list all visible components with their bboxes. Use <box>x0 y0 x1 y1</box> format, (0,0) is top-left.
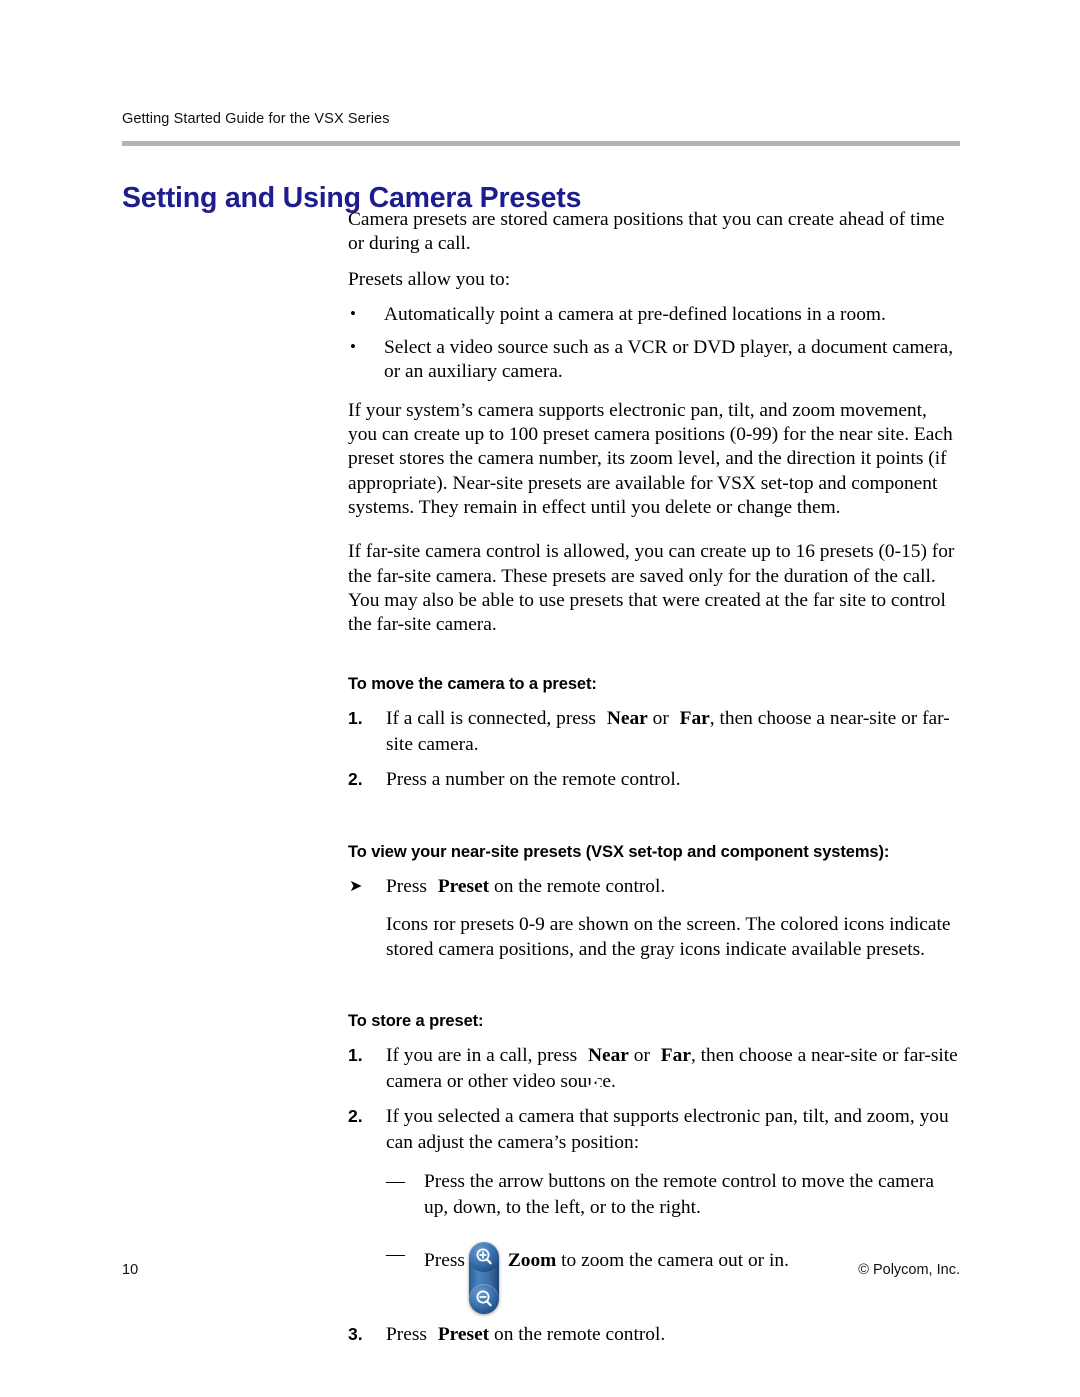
step-text: If you selected a camera that supports e… <box>386 1106 949 1153</box>
arrow-step-item: ➤ Press Preset on the remote control. <box>348 874 960 921</box>
near-button-label: Near <box>588 1045 629 1067</box>
intro-paragraph-1: Camera presets are stored camera positio… <box>348 209 945 255</box>
running-header: Getting Started Guide for the VSX Series <box>122 111 962 127</box>
content-column: Camera presets are stored camera positio… <box>348 208 960 1369</box>
near-button-label: Near <box>606 708 648 730</box>
step-number: 1. <box>348 1045 363 1066</box>
step-text-before: If you are in a call, press <box>386 1045 578 1067</box>
page-footer: 10 © Polycom, Inc. <box>122 1262 960 1278</box>
intro-paragraph-3: If your system’s camera supports electro… <box>348 399 953 518</box>
substep-text: Press the arrow buttons on the remote co… <box>424 1171 934 1218</box>
presets-benefit-list: • Automatically point a camera at pre-de… <box>348 303 960 385</box>
intro-paragraph-2: Presets allow you to: <box>348 268 511 290</box>
steps-store-preset-final: 3. Press Preset on the remote control. <box>348 1322 960 1369</box>
step-text-before: If a call is connected, press <box>386 708 596 730</box>
step-text-after: on the remote control. <box>494 1324 666 1346</box>
step-number: 2. <box>348 1106 363 1127</box>
step-item: 3. Press Preset on the remote control. <box>348 1322 960 1369</box>
substep-item: — Press Zoom to zoom the camera out or i… <box>386 1242 960 1316</box>
zoom-out-icon <box>468 1284 499 1315</box>
header-rule-divider <box>122 141 960 146</box>
section-heading-store-preset: To store a preset: <box>348 1012 484 1031</box>
section-heading-move-camera: To move the camera to a preset: <box>348 675 597 694</box>
list-item-text: Automatically point a camera at pre-defi… <box>384 303 886 325</box>
running-header-text: Getting Started Guide for the VSX Series <box>122 111 390 127</box>
step-text-before: Press <box>386 875 427 897</box>
far-button-label: Far <box>679 708 710 730</box>
steps-move-camera: 1. If a call is connected, press Near or <box>348 706 960 793</box>
arrow-bullet-icon: ➤ <box>349 877 363 895</box>
bullet-icon: • <box>350 303 356 323</box>
list-item-text: Select a video source such as a VCR or D… <box>384 337 954 383</box>
list-item: • Automatically point a camera at pre-de… <box>348 303 960 327</box>
bullet-icon: • <box>350 337 356 357</box>
step-item: 1. If a call is connected, press Near or <box>348 706 960 757</box>
intro-paragraph-4: If far-site camera control is allowed, y… <box>348 541 955 636</box>
footer-page-number: 10 <box>122 1262 139 1278</box>
preset-button-label: Preset <box>437 875 490 897</box>
document-page: Getting Started Guide for the VSX Series… <box>0 0 1080 1397</box>
step-conjunction: or <box>652 708 669 730</box>
footer-copyright: © Polycom, Inc. <box>858 1262 960 1278</box>
step-number: 1. <box>348 708 363 729</box>
preset-button-label: Preset <box>437 1324 490 1346</box>
step-item: 2. If you selected a camera that support… <box>348 1104 960 1155</box>
step-text-before: Press <box>386 1324 427 1346</box>
substep-item: — Press the arrow buttons on the remote … <box>386 1169 960 1220</box>
steps-store-preset: 1. If you are in a call, press Near or F… <box>348 1043 960 1155</box>
far-button-label: Far <box>660 1045 691 1067</box>
list-item: • Select a video source such as a VCR or… <box>348 336 960 385</box>
zoom-rocker-button <box>468 1242 499 1315</box>
step-text-after: on the remote control. <box>494 875 666 897</box>
step-item: 2. Press a number on the remote control. <box>348 767 960 793</box>
dash-bullet-icon: — <box>386 1171 405 1193</box>
step-number: 2. <box>348 769 363 790</box>
section-heading-view-presets: To view your near-site presets (VSX set-… <box>348 842 890 861</box>
step-text: Press a number on the remote control. <box>386 769 681 791</box>
step-number: 3. <box>348 1324 363 1345</box>
substeps-adjust-camera: — Press the arrow buttons on the remote … <box>348 1169 960 1316</box>
step-conjunction: or <box>633 1045 650 1067</box>
step-item: 1. If you are in a call, press Near or F… <box>348 1043 960 1094</box>
